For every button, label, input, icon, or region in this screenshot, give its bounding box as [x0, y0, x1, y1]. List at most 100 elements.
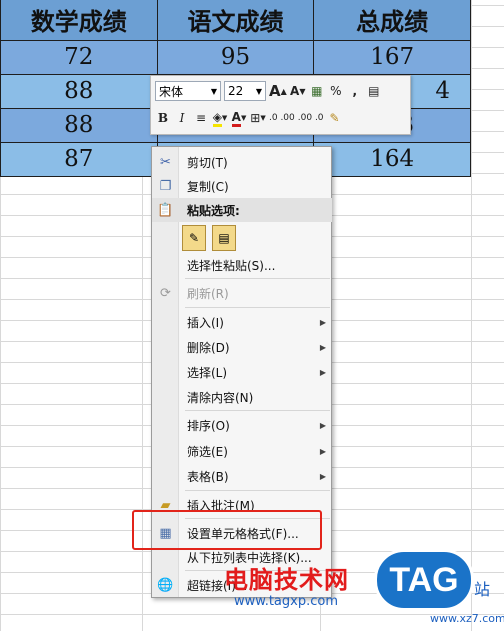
globe-link-icon: 🌐 — [157, 577, 174, 593]
menu-item-label: 表格(B) — [187, 469, 229, 484]
increase-decimal-icon: .0 .00 — [269, 113, 295, 123]
toolbar-row-font: 宋体 ▼ 22 ▼ A ▲ A ▼ ▦ % , ▤ — [155, 81, 382, 101]
header-cell[interactable]: 总成绩 — [313, 0, 471, 41]
format-painter-button[interactable]: ✎ — [327, 108, 343, 128]
percent-icon: % — [330, 84, 342, 98]
currency-format-button[interactable]: ▦ — [309, 81, 325, 101]
font-name-value: 宋体 — [159, 84, 184, 99]
chevron-down-icon: ▼ — [210, 86, 217, 96]
menu-separator — [185, 307, 330, 308]
submenu-arrow-icon: ▶ — [319, 420, 326, 430]
format-table-icon: ▤ — [368, 84, 380, 98]
align-center-icon: ≡ — [195, 111, 207, 125]
italic-icon: I — [179, 111, 185, 125]
menu-item-label: 插入(I) — [187, 315, 224, 330]
menu-item-copy[interactable]: ❐ 复制(C) — [152, 174, 332, 198]
bold-button[interactable]: B — [155, 108, 171, 128]
font-color-button[interactable]: A ▼ — [231, 108, 247, 128]
column-line — [471, 0, 472, 631]
borders-button[interactable]: ⊞ ▼ — [250, 108, 266, 128]
menu-item-table[interactable]: 表格(B) ▶ — [152, 464, 332, 488]
clipboard-icon: 📋 — [157, 202, 174, 218]
watermark-xz7-url: www.xz7.com — [430, 612, 504, 625]
chevron-down-icon: ▼ — [260, 114, 266, 122]
menu-heading-paste-options: 📋 粘贴选项: — [152, 198, 332, 222]
grow-font-icon: A — [269, 82, 281, 100]
table-row: 72 95 167 — [0, 39, 471, 75]
menu-item-paste-special[interactable]: 选择性粘贴(S)... — [152, 253, 332, 277]
italic-button[interactable]: I — [174, 108, 190, 128]
table-cell[interactable]: 95 — [156, 39, 315, 75]
bold-icon: B — [157, 111, 169, 125]
submenu-arrow-icon: ▶ — [319, 342, 326, 352]
menu-item-label: 删除(D) — [187, 340, 230, 355]
menu-item-label: 选择(L) — [187, 365, 228, 380]
increase-decimal-button[interactable]: .0 .00 — [269, 108, 295, 128]
comma-icon: , — [352, 84, 358, 98]
watermark-zhan: 站 — [474, 580, 491, 599]
menu-item-delete[interactable]: 删除(D) ▶ — [152, 335, 332, 359]
font-color-icon: A — [231, 110, 241, 127]
brush-icon: ✎ — [329, 111, 340, 125]
table-cell[interactable]: 88 — [0, 73, 158, 109]
menu-item-filter[interactable]: 筛选(E) ▶ — [152, 439, 332, 463]
percent-button[interactable]: % — [328, 81, 344, 101]
chevron-down-icon: ▼ — [240, 114, 247, 122]
chevron-down-icon: ▼ — [255, 86, 262, 96]
menu-item-refresh[interactable]: ⟳ 刷新(R) — [152, 281, 332, 305]
decrease-decimal-icon: .00 .0 — [297, 113, 324, 123]
font-name-select[interactable]: 宋体 ▼ — [155, 81, 221, 101]
currency-icon: ▦ — [311, 84, 323, 98]
menu-item-cut[interactable]: ✂ 剪切(T) — [152, 150, 332, 174]
mini-toolbar: 宋体 ▼ 22 ▼ A ▲ A ▼ ▦ % , ▤ B I ≡ ◈ ▼ A ▼ ⊞ ▼ .… — [150, 75, 411, 135]
menu-item-label: 选择性粘贴(S)... — [187, 258, 276, 273]
tag-logo: TAG — [374, 549, 474, 611]
refresh-icon: ⟳ — [160, 285, 171, 301]
decrease-decimal-button[interactable]: .00 .0 — [298, 108, 324, 128]
submenu-arrow-icon: ▶ — [319, 367, 326, 377]
submenu-arrow-icon: ▶ — [319, 471, 326, 481]
menu-separator — [185, 490, 330, 491]
fill-color-button[interactable]: ◈ ▼ — [212, 108, 228, 128]
menu-item-label: 清除内容(N) — [187, 390, 254, 405]
submenu-arrow-icon: ▶ — [319, 317, 326, 327]
border-icon: ⊞ — [250, 111, 261, 125]
paint-bucket-icon: ◈ — [212, 110, 222, 127]
menu-item-label: 复制(C) — [187, 179, 229, 194]
comma-button[interactable]: , — [347, 81, 363, 101]
shrink-font-button[interactable]: A ▼ — [290, 81, 306, 101]
table-cell[interactable]: 164 — [313, 141, 471, 177]
menu-item-label: 粘贴选项: — [187, 203, 240, 218]
paste-option-buttons: ✎ ▤ — [182, 225, 236, 251]
menu-separator — [185, 410, 330, 411]
menu-separator — [185, 278, 330, 279]
paste-values-icon[interactable]: ▤ — [212, 225, 236, 251]
watermark-url: www.tagxp.com — [234, 594, 338, 609]
scissors-icon: ✂ — [160, 154, 171, 170]
header-row: 数学成绩 语文成绩 总成绩 — [0, 0, 471, 41]
grow-font-button[interactable]: A ▲ — [269, 81, 287, 101]
copy-icon: ❐ — [159, 178, 172, 194]
menu-item-label: 筛选(E) — [187, 444, 228, 459]
toolbar-row-format: B I ≡ ◈ ▼ A ▼ ⊞ ▼ .0 .00 .00 .0 ✎ — [155, 108, 343, 128]
watermark-site-name: 电脑技术网 — [224, 566, 349, 594]
table-cell[interactable]: 167 — [313, 39, 471, 75]
format-table-button[interactable]: ▤ — [366, 81, 382, 101]
table-cell[interactable]: 88 — [0, 107, 158, 143]
font-size-select[interactable]: 22 ▼ — [224, 81, 266, 101]
paste-formatting-icon[interactable]: ✎ — [182, 225, 206, 251]
table-cell[interactable]: 87 — [0, 141, 158, 177]
menu-item-sort[interactable]: 排序(O) ▶ — [152, 413, 332, 437]
shrink-font-icon: A — [290, 84, 300, 98]
chevron-down-icon: ▼ — [221, 114, 228, 122]
table-cell[interactable]: 72 — [0, 39, 158, 75]
menu-item-insert[interactable]: 插入(I) ▶ — [152, 310, 332, 334]
menu-item-label: 排序(O) — [187, 418, 230, 433]
header-cell[interactable]: 语文成绩 — [156, 0, 315, 41]
menu-item-label: 剪切(T) — [187, 155, 228, 170]
menu-item-select[interactable]: 选择(L) ▶ — [152, 360, 332, 384]
align-center-button[interactable]: ≡ — [193, 108, 209, 128]
menu-item-clear-contents[interactable]: 清除内容(N) — [152, 385, 332, 409]
header-cell[interactable]: 数学成绩 — [0, 0, 158, 41]
font-size-value: 22 — [228, 84, 244, 98]
